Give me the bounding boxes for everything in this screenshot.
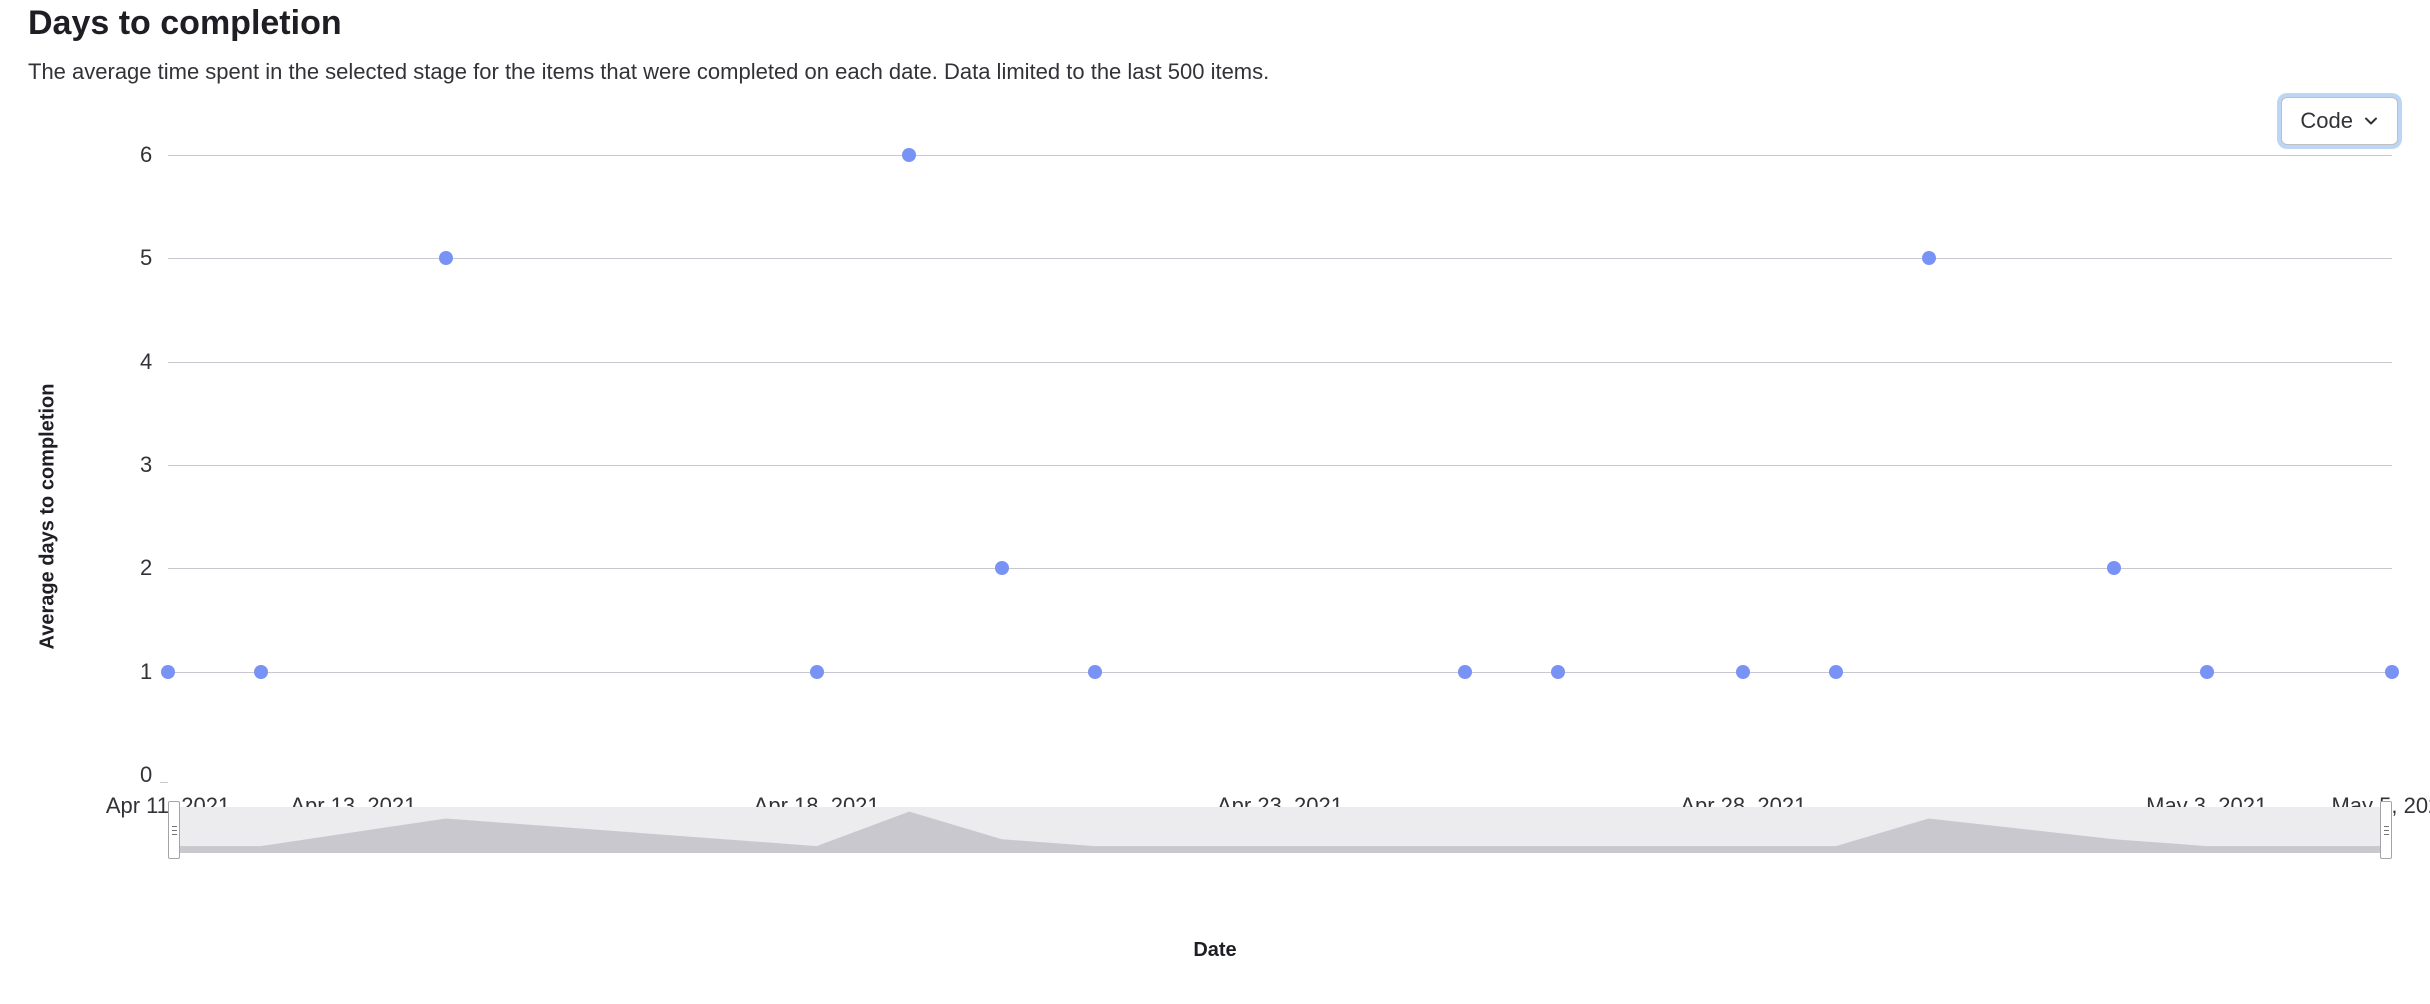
gridline: [168, 465, 2392, 466]
data-point[interactable]: [1088, 665, 1102, 679]
data-point[interactable]: [2385, 665, 2399, 679]
y-tick-label: 5: [140, 245, 152, 271]
data-point[interactable]: [2107, 561, 2121, 575]
data-point[interactable]: [810, 665, 824, 679]
y-tick-label: 2: [140, 555, 152, 581]
gridline: [168, 672, 2392, 673]
x-axis-title: Date: [28, 939, 2402, 962]
gridline: [168, 568, 2392, 569]
page-subtitle: The average time spent in the selected s…: [28, 59, 2402, 85]
data-point[interactable]: [2200, 665, 2214, 679]
stage-dropdown[interactable]: Code: [2281, 97, 2398, 145]
brush-handle-left[interactable]: [168, 801, 180, 859]
chevron-down-icon: [2363, 113, 2379, 129]
stage-dropdown-label: Code: [2300, 108, 2353, 134]
brush-handle-right[interactable]: [2380, 801, 2392, 859]
data-point[interactable]: [254, 665, 268, 679]
days-to-completion-chart: Average days to completion 0123456Apr 11…: [28, 155, 2402, 855]
y-axis-title: Average days to completion: [37, 384, 60, 650]
y-tick-label: 1: [140, 659, 152, 685]
data-point[interactable]: [1551, 665, 1565, 679]
data-point[interactable]: [1458, 665, 1472, 679]
data-point[interactable]: [1922, 251, 1936, 265]
data-point[interactable]: [1736, 665, 1750, 679]
gridline: [168, 258, 2392, 259]
gridline: [168, 362, 2392, 363]
data-point[interactable]: [995, 561, 1009, 575]
y-tick-label: 0: [140, 762, 152, 788]
brush-area-chart: [168, 807, 2392, 853]
gridline: [168, 155, 2392, 156]
data-point[interactable]: [1829, 665, 1843, 679]
y-tick-label: 3: [140, 452, 152, 478]
data-point[interactable]: [439, 251, 453, 265]
time-range-brush[interactable]: [168, 801, 2392, 859]
data-point[interactable]: [161, 665, 175, 679]
page-title: Days to completion: [28, 4, 2402, 43]
y-tick-label: 6: [140, 142, 152, 168]
data-point[interactable]: [902, 148, 916, 162]
y-tick-label: 4: [140, 349, 152, 375]
plot-area[interactable]: 0123456Apr 11, 2021Apr 13, 2021Apr 18, 2…: [168, 155, 2392, 775]
